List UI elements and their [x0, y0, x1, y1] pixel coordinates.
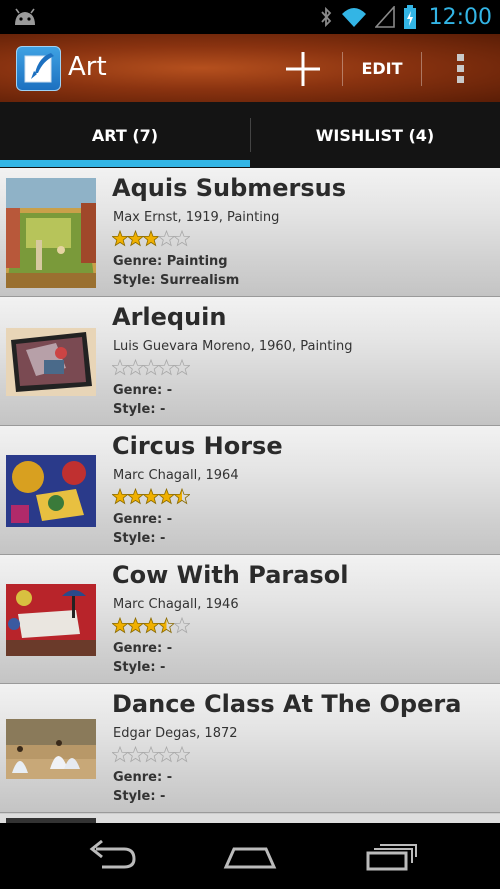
item-title: Aquis Submersus — [112, 174, 347, 202]
recent-apps-icon[interactable] — [360, 835, 420, 877]
star-empty-icon — [126, 359, 145, 376]
rating-stars — [112, 359, 190, 376]
item-genre: Genre: - — [113, 512, 173, 527]
item-title: Circus Horse — [112, 432, 283, 460]
star-empty-icon — [173, 617, 190, 634]
list-item[interactable]: Circus Horse Marc Chagall, 1964 Genre: -… — [0, 426, 500, 555]
item-style: Style: Surrealism — [113, 273, 240, 288]
action-bar: Art EDIT — [0, 34, 500, 102]
app-title: Art — [68, 52, 107, 82]
back-icon[interactable] — [80, 835, 140, 877]
battery-icon — [403, 5, 416, 29]
tab-selected-indicator — [0, 160, 250, 167]
artwork-thumbnail — [6, 719, 96, 779]
item-genre: Genre: - — [113, 641, 173, 656]
item-style: Style: - — [113, 660, 166, 675]
item-style: Style: - — [113, 402, 166, 417]
star-filled-icon — [112, 488, 129, 505]
item-meta: Edgar Degas, 1872 — [113, 726, 238, 741]
list-item-partial[interactable] — [0, 814, 500, 823]
rating-stars — [112, 617, 190, 634]
star-filled-icon — [112, 230, 129, 247]
artwork-thumbnail — [6, 178, 96, 288]
signal-icon — [374, 6, 395, 28]
item-genre: Genre: - — [113, 383, 173, 398]
star-filled-icon — [126, 230, 145, 247]
list-item[interactable]: Aquis Submersus Max Ernst, 1919, Paintin… — [0, 168, 500, 297]
item-meta: Marc Chagall, 1964 — [113, 468, 239, 483]
star-empty-icon — [173, 746, 190, 763]
home-icon[interactable] — [220, 835, 280, 877]
star-filled-icon — [126, 488, 145, 505]
item-title: Cow With Parasol — [112, 561, 349, 589]
tab-art[interactable]: ART (7) — [0, 102, 250, 168]
artwork-thumbnail — [6, 455, 96, 527]
art-list[interactable]: Aquis Submersus Max Ernst, 1919, Paintin… — [0, 168, 500, 823]
item-genre: Genre: - — [113, 770, 173, 785]
wifi-icon — [341, 8, 366, 27]
status-bar: 12:00 — [0, 0, 500, 34]
app-logo-icon[interactable] — [16, 46, 61, 91]
tab-wishlist[interactable]: WISHLIST (4) — [250, 102, 500, 168]
star-filled-icon — [126, 617, 145, 634]
android-debug-icon — [15, 8, 35, 25]
star-empty-icon — [142, 359, 160, 376]
star-empty-icon — [157, 359, 176, 376]
navigation-bar — [0, 823, 500, 889]
star-empty-icon — [112, 359, 129, 376]
star-empty-icon — [126, 746, 145, 763]
item-title: Arlequin — [112, 303, 227, 331]
star-empty-icon — [173, 359, 190, 376]
rating-stars — [112, 230, 190, 247]
item-style: Style: - — [113, 531, 166, 546]
overflow-menu-icon[interactable] — [446, 48, 476, 88]
star-half-icon — [173, 488, 190, 505]
list-item[interactable]: Cow With Parasol Marc Chagall, 1946 Genr… — [0, 555, 500, 684]
clock: 12:00 — [428, 4, 492, 30]
star-filled-icon — [157, 488, 176, 505]
star-empty-icon — [157, 746, 176, 763]
artwork-thumbnail — [6, 328, 96, 396]
item-meta: Marc Chagall, 1946 — [113, 597, 239, 612]
bluetooth-icon — [320, 6, 331, 28]
star-filled-icon — [142, 617, 160, 634]
rating-stars — [112, 746, 190, 763]
item-style: Style: - — [113, 789, 166, 804]
rating-stars — [112, 488, 190, 505]
star-half-icon — [157, 617, 176, 634]
star-filled-icon — [142, 488, 160, 505]
tab-bar: ART (7) WISHLIST (4) — [0, 102, 500, 168]
list-item[interactable]: Dance Class At The Opera Edgar Degas, 18… — [0, 684, 500, 813]
edit-button[interactable]: EDIT — [344, 34, 420, 102]
item-title: Dance Class At The Opera — [112, 690, 462, 718]
artwork-thumbnail — [6, 584, 96, 656]
star-empty-icon — [142, 746, 160, 763]
star-empty-icon — [157, 230, 176, 247]
item-meta: Max Ernst, 1919, Painting — [113, 210, 280, 225]
item-meta: Luis Guevara Moreno, 1960, Painting — [113, 339, 353, 354]
action-divider — [421, 52, 422, 86]
star-empty-icon — [173, 230, 190, 247]
action-divider — [342, 52, 343, 86]
add-icon[interactable] — [282, 48, 324, 90]
list-item[interactable]: Arlequin Luis Guevara Moreno, 1960, Pain… — [0, 297, 500, 426]
star-filled-icon — [112, 617, 129, 634]
star-filled-icon — [142, 230, 160, 247]
star-empty-icon — [112, 746, 129, 763]
item-genre: Genre: Painting — [113, 254, 228, 269]
